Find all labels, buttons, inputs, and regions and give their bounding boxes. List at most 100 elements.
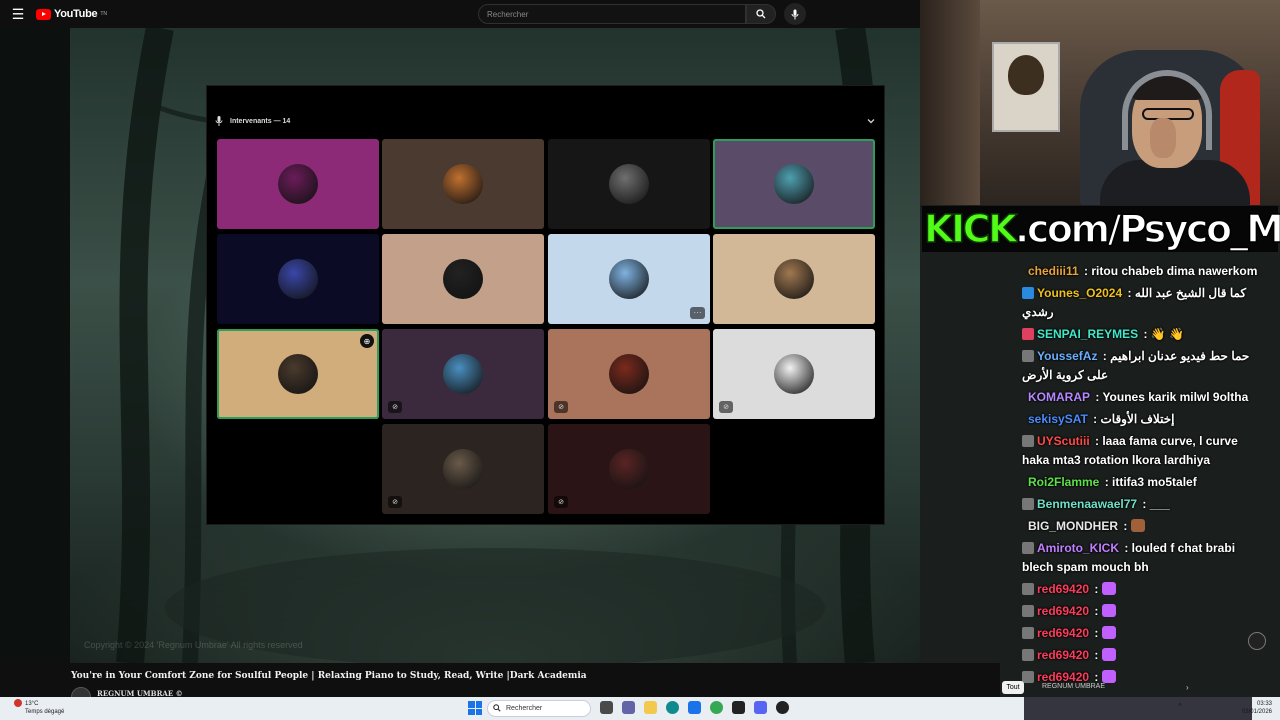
participant-avatar	[609, 164, 649, 204]
chat-message: Roi2Flamme : ittifa3 mo5talef	[1022, 473, 1258, 492]
weather-temperature: 13°C	[25, 701, 39, 707]
participant-tile[interactable]	[713, 234, 875, 324]
edge-icon[interactable]	[666, 701, 679, 714]
voice-channel-panel: Intervenants — 14 ··· ⊕ ⊘ ⊘ ⊘ ⊘ ⊘	[206, 85, 885, 525]
youtube-logo-country: TN	[100, 11, 107, 17]
chat-message: KOMARAP : Younes karik milwl 9oltha	[1022, 388, 1258, 407]
chat-text: :	[1091, 582, 1102, 596]
chat-username[interactable]: red69420	[1037, 670, 1089, 684]
chat-text: : 👋 👋	[1140, 327, 1185, 341]
chat-message: red69420 :	[1022, 646, 1258, 665]
chat-badge-icon	[1022, 328, 1034, 340]
taskbar-search-input[interactable]: Rechercher	[487, 700, 591, 717]
chevron-right-icon[interactable]: ›	[1186, 683, 1189, 692]
youtube-logo[interactable]: YouTube TN	[36, 8, 107, 20]
compass-icon	[1248, 632, 1266, 650]
chat-username[interactable]: SENPAI_REYMES	[1037, 327, 1138, 341]
webcam-hand	[1150, 118, 1176, 158]
mail-icon[interactable]	[688, 701, 701, 714]
chat-icon[interactable]	[622, 701, 635, 714]
pin-icon[interactable]: ⊕	[360, 334, 374, 348]
chat-username[interactable]: Amiroto_KICK	[1037, 541, 1119, 555]
chat-username[interactable]: Younes_O2024	[1037, 286, 1122, 300]
search-button[interactable]	[746, 4, 776, 24]
participant-tile[interactable]	[382, 139, 544, 229]
discord-icon[interactable]	[754, 701, 767, 714]
participant-avatar	[278, 354, 318, 394]
weather-widget[interactable]: 13°C Temps dégagé	[14, 700, 64, 716]
chat-message: red69420 :	[1022, 580, 1258, 599]
folder-icon[interactable]	[644, 701, 657, 714]
chat-message: BIG_MONDHER :	[1022, 517, 1258, 536]
chat-username[interactable]: red69420	[1037, 626, 1089, 640]
windows-start-icon[interactable]	[468, 701, 482, 715]
participant-tile[interactable]: ···	[548, 234, 710, 324]
participant-avatar	[278, 164, 318, 204]
obs-icon[interactable]	[776, 701, 789, 714]
chat-username[interactable]: BIG_MONDHER	[1028, 519, 1118, 533]
participant-avatar	[609, 449, 649, 489]
participant-avatar	[774, 164, 814, 204]
chat-emote-icon	[1130, 519, 1145, 532]
voice-search-button[interactable]	[784, 3, 806, 25]
chat-text: :	[1091, 670, 1102, 684]
participant-avatar	[774, 354, 814, 394]
participant-avatar	[443, 259, 483, 299]
chat-message: Benmenaawael77 : ___	[1022, 495, 1258, 514]
participant-tile[interactable]	[217, 234, 379, 324]
chat-username[interactable]: red69420	[1037, 604, 1089, 618]
participant-avatar	[278, 259, 318, 299]
chat-username[interactable]: UYScutiii	[1037, 434, 1090, 448]
participant-tile[interactable]: ⊘	[548, 424, 710, 514]
chat-badge-icon	[1022, 542, 1034, 554]
file-explorer-icon[interactable]	[600, 701, 613, 714]
chat-badge-icon	[1022, 498, 1034, 510]
speakers-count-label: Intervenants — 14	[230, 117, 291, 125]
chat-emote-icon	[1101, 582, 1116, 595]
microphone-icon	[215, 116, 223, 126]
participant-tile[interactable]	[217, 139, 379, 229]
chat-badge-icon	[1022, 605, 1034, 617]
chat-text: :	[1120, 519, 1131, 533]
youtube-search-input[interactable]: Rechercher	[478, 4, 746, 24]
participant-tile[interactable]	[382, 234, 544, 324]
participant-avatar	[609, 259, 649, 299]
participant-tile[interactable]	[713, 139, 875, 229]
chevron-down-icon[interactable]	[866, 116, 876, 126]
participant-tile[interactable]: ⊕	[217, 329, 379, 419]
chrome-icon[interactable]	[710, 701, 723, 714]
chat-emote-icon	[1101, 626, 1116, 639]
muted-microphone-icon: ⊘	[554, 496, 568, 508]
chat-username[interactable]: KOMARAP	[1028, 390, 1090, 404]
chat-username[interactable]: red69420	[1037, 582, 1089, 596]
youtube-play-icon	[36, 8, 51, 20]
filter-chip-all[interactable]: Tout	[1002, 681, 1024, 694]
participant-tile[interactable]: ⊘	[382, 329, 544, 419]
participant-avatar	[609, 354, 649, 394]
participant-avatar	[443, 164, 483, 204]
muted-microphone-icon: ⊘	[554, 401, 568, 413]
chat-message: YoussefAz : حما حط فيديو عدنان ابراهيم ع…	[1022, 347, 1258, 385]
webcam-poster-image	[1008, 55, 1044, 95]
muted-microphone-icon: ⊘	[719, 401, 733, 413]
search-icon	[756, 9, 766, 19]
chat-username[interactable]: sekisySAT	[1028, 412, 1088, 426]
youtube-header: ☰ YouTube TN	[0, 0, 920, 28]
youtube-logo-text: YouTube	[54, 8, 98, 20]
chat-username[interactable]: Benmenaawael77	[1037, 497, 1137, 511]
chat-message: SENPAI_REYMES : 👋 👋	[1022, 325, 1258, 344]
participant-tile[interactable]: ⊘	[713, 329, 875, 419]
chat-username[interactable]: YoussefAz	[1037, 349, 1097, 363]
chat-username[interactable]: red69420	[1037, 648, 1089, 662]
participant-tile[interactable]: ⊘	[548, 329, 710, 419]
chat-username[interactable]: chediii11	[1028, 264, 1079, 278]
more-options-icon[interactable]: ···	[690, 307, 705, 319]
video-copyright-watermark: Copyright © 2024 'Regnum Umbrae' All rig…	[84, 640, 303, 650]
terminal-icon[interactable]	[732, 701, 745, 714]
participant-tile[interactable]: ⊘	[382, 424, 544, 514]
chat-message: Younes_O2024 : كما قال الشيخ عبد الله رش…	[1022, 284, 1258, 322]
chat-username[interactable]: Roi2Flamme	[1028, 475, 1099, 489]
participant-tile[interactable]	[548, 139, 710, 229]
muted-microphone-icon: ⊘	[388, 401, 402, 413]
menu-icon[interactable]: ☰	[0, 0, 36, 28]
